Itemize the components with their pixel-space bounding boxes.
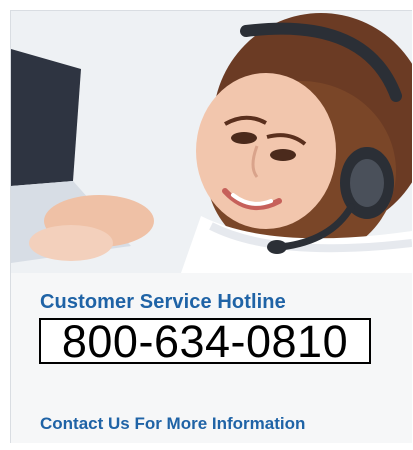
agent-photo xyxy=(11,11,412,273)
agent-photo-illustration xyxy=(11,11,412,273)
hotline-phone-number[interactable]: 800-634-0810 xyxy=(39,318,371,364)
hotline-card: Customer Service Hotline 800-634-0810 Co… xyxy=(10,10,412,443)
contact-us-link[interactable]: Contact Us For More Information xyxy=(40,414,305,434)
hotline-title: Customer Service Hotline xyxy=(40,291,286,313)
